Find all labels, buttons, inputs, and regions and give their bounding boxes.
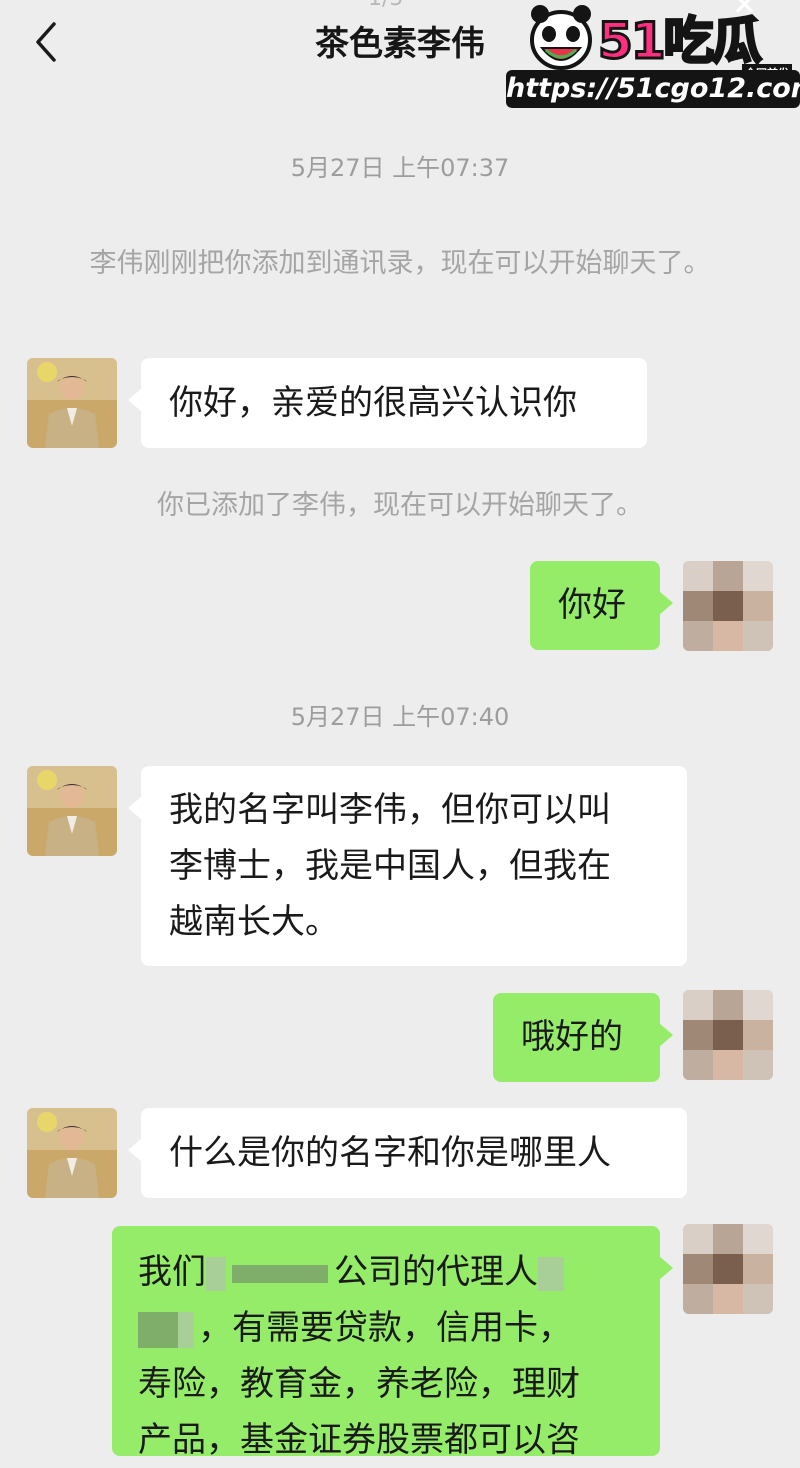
message-text: 你好 xyxy=(558,585,626,625)
watermark-brand: 51吃瓜 xyxy=(597,11,764,72)
timestamp: 5月27日 上午07:40 xyxy=(290,703,510,731)
watermark: ✕ 51吃瓜 全网首发 https://51cgo12.com xyxy=(506,0,800,110)
message-bubble-incoming[interactable]: 你好，亲爱的很高兴认识你 xyxy=(128,358,647,448)
message-bubble-incoming[interactable]: 我的名字叫李伟，但你可以叫 李博士，我是中国人，但我在 越南长大。 xyxy=(128,766,687,966)
message-text: 公司的代理人 xyxy=(334,1252,538,1292)
user-avatar[interactable] xyxy=(683,1224,773,1314)
redaction-block xyxy=(138,1311,178,1348)
redaction-block xyxy=(232,1264,328,1283)
contact-avatar[interactable] xyxy=(27,358,117,448)
message-text-line: 我们 公司的代理人 xyxy=(138,1244,632,1300)
contact-avatar[interactable] xyxy=(27,766,117,856)
contact-avatar[interactable] xyxy=(27,1108,117,1198)
message-text: 哦好的 xyxy=(521,1017,623,1057)
redaction-block xyxy=(206,1256,226,1291)
page-counter: 1/5 xyxy=(368,0,403,11)
message-text-line: 寿险，教育金，养老险，理财 xyxy=(138,1364,580,1404)
message-bubble-outgoing[interactable]: 你好 xyxy=(530,561,673,650)
message-text-line: 越南长大。 xyxy=(169,902,339,942)
message-text-line: 我的名字叫李伟，但你可以叫 xyxy=(169,790,611,830)
message-text: 什么是你的名字和你是哪里人 xyxy=(169,1133,611,1173)
system-message: 你已添加了李伟，现在可以开始聊天了。 xyxy=(157,490,643,521)
redaction-block xyxy=(178,1311,194,1348)
redaction-block xyxy=(538,1256,564,1291)
timestamp: 5月27日 上午07:37 xyxy=(290,154,510,182)
user-avatar[interactable] xyxy=(683,990,773,1080)
message-bubble-incoming[interactable]: 什么是你的名字和你是哪里人 xyxy=(128,1108,687,1198)
message-text-line: ，有需要贷款，信用卡， xyxy=(138,1300,632,1356)
user-avatar[interactable] xyxy=(683,561,773,651)
watermark-url: https://51cgo12.com xyxy=(506,70,800,108)
message-text: 我们 xyxy=(138,1252,206,1292)
message-text-line: 产品，基金证券股票都可以咨 xyxy=(138,1420,580,1460)
message-text: ，有需要贷款，信用卡， xyxy=(198,1308,572,1348)
message-bubble-outgoing[interactable]: 我们 公司的代理人 ，有需要贷款，信用卡， 寿险，教育金，养老险，理财 产品，基金… xyxy=(112,1226,673,1460)
mascot-logo-icon xyxy=(530,5,592,70)
message-text-line: 李博士，我是中国人，但我在 xyxy=(169,846,611,886)
message-text: 你好，亲爱的很高兴认识你 xyxy=(169,383,577,423)
message-bubble-outgoing[interactable]: 哦好的 xyxy=(493,993,673,1082)
system-message: 李伟刚刚把你添加到通讯录，现在可以开始聊天了。 xyxy=(89,248,711,279)
